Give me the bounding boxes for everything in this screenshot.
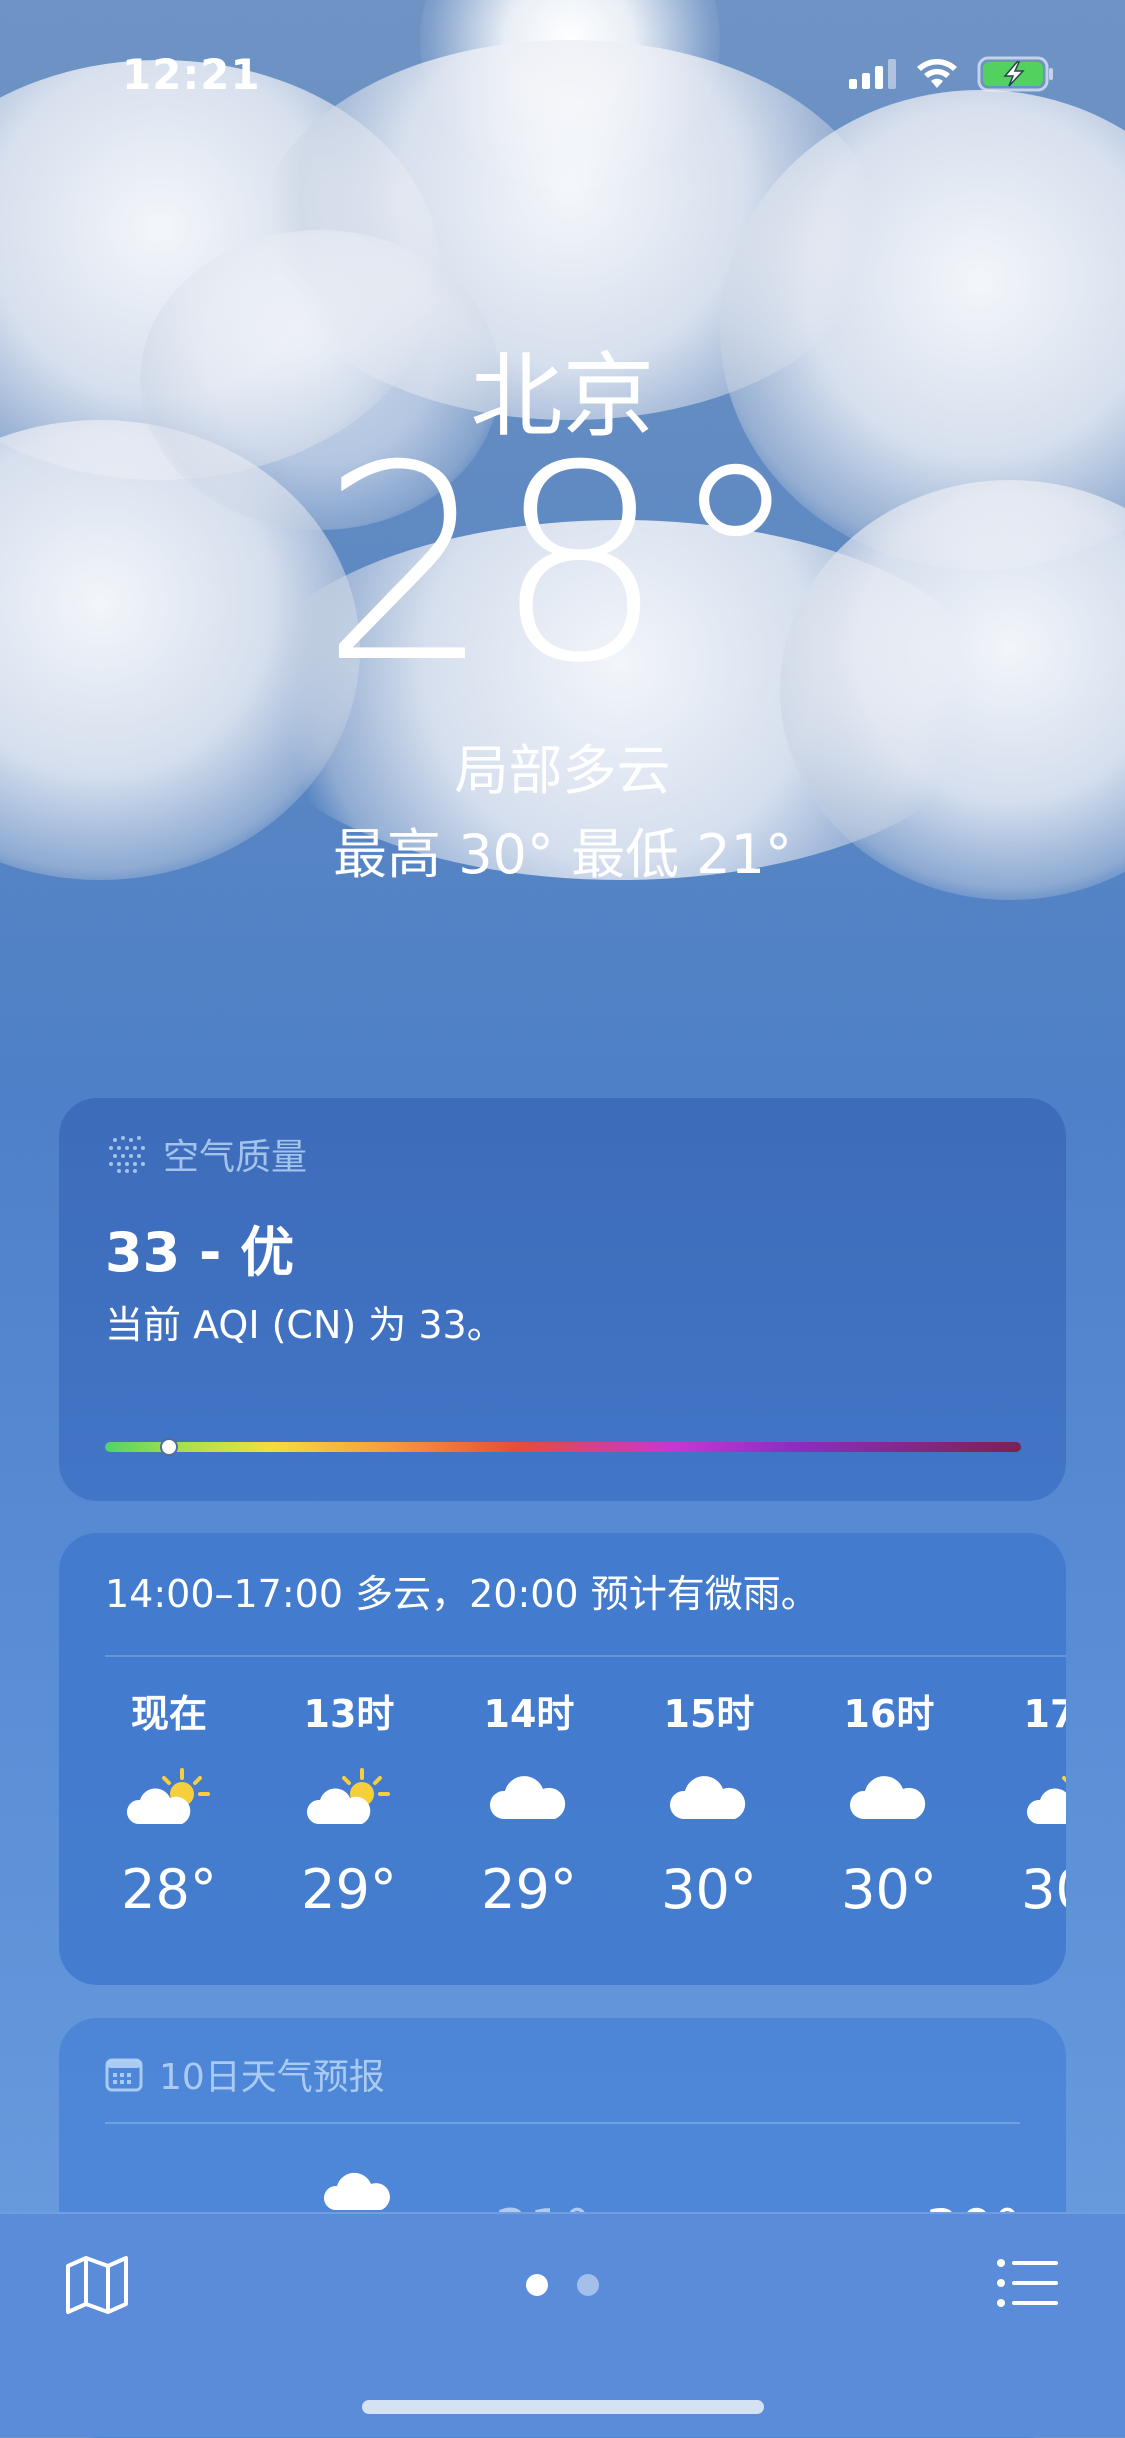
partly-sunny-icon — [1027, 1776, 1066, 1824]
bottom-toolbar — [0, 2212, 1125, 2437]
air-quality-title: 空气质量 — [163, 1137, 308, 1178]
hour-temperature: 29° — [481, 1858, 577, 1921]
hour-label: 17时 — [1023, 1692, 1066, 1736]
hour-temperature: 30° — [841, 1858, 937, 1921]
aqi-indicator-dot — [160, 1438, 179, 1456]
cellular-signal-icon — [849, 59, 896, 89]
daily-forecast-title: 10日天气预报 — [159, 2057, 385, 2098]
divider — [105, 2122, 1020, 2124]
cloud-icon — [849, 1776, 926, 1819]
hour-item: 17时 30° — [994, 1683, 1066, 1921]
hour-item: 15时 30° — [634, 1683, 784, 1921]
partly-sunny-icon — [126, 1768, 210, 1824]
page-indicator[interactable] — [577, 2274, 599, 2296]
aqi-scale-bar — [105, 1442, 1021, 1452]
hourly-list[interactable]: 现在 28° 13时 29° 14时 29° 15时 30° 16时 30° 1… — [59, 1683, 1066, 1983]
list-icon[interactable] — [996, 2258, 1060, 2308]
partly-sunny-icon — [306, 1768, 390, 1824]
status-time: 12:21 — [122, 50, 261, 99]
hour-label: 13时 — [303, 1692, 395, 1736]
air-quality-header: 空气质量 — [107, 1128, 307, 1180]
hour-temperature: 29° — [301, 1858, 397, 1921]
aqi-description: 当前 AQI (CN) 为 33。 — [105, 1303, 505, 1347]
hour-item: 16时 30° — [814, 1683, 964, 1921]
hour-item: 现在 28° — [94, 1683, 244, 1921]
hour-temperature: 30° — [661, 1858, 757, 1921]
high-low-temperature: 最高 30° 最低 21° — [333, 823, 792, 886]
current-temperature: 28° — [320, 407, 805, 722]
page-indicator-active[interactable] — [526, 2274, 548, 2296]
hour-label: 16时 — [843, 1692, 935, 1736]
hour-temperature: 28° — [121, 1858, 217, 1921]
home-indicator[interactable] — [362, 2400, 764, 2414]
hourly-summary: 14:00–17:00 多云，20:00 预计有微雨。 — [105, 1572, 819, 1616]
daily-forecast-header: 10日天气预报 — [105, 2048, 385, 2100]
cloud-icon — [669, 1776, 746, 1819]
hour-temperature: 30° — [1021, 1858, 1066, 1921]
map-icon[interactable] — [64, 2254, 130, 2314]
cloud-icon — [489, 1776, 566, 1819]
hour-item: 14时 29° — [454, 1683, 604, 1921]
battery-charging-icon — [977, 56, 1053, 92]
hour-item: 13时 29° — [274, 1683, 424, 1921]
air-quality-dots-icon — [109, 1136, 145, 1173]
hour-label: 15时 — [663, 1692, 755, 1736]
hourly-forecast-card[interactable]: 14:00–17:00 多云，20:00 预计有微雨。 现在 28° 13时 2… — [59, 1533, 1066, 1985]
status-icons — [849, 54, 1055, 94]
wifi-icon — [917, 59, 957, 88]
hour-label: 现在 — [130, 1692, 207, 1736]
hour-label: 14时 — [483, 1692, 575, 1736]
air-quality-card[interactable]: 空气质量 33 - 优 当前 AQI (CN) 为 33。 — [59, 1098, 1066, 1501]
weather-condition: 局部多云 — [454, 739, 671, 802]
aqi-value: 33 - 优 — [105, 1221, 295, 1284]
divider — [105, 1655, 1066, 1657]
calendar-icon — [105, 2058, 143, 2092]
